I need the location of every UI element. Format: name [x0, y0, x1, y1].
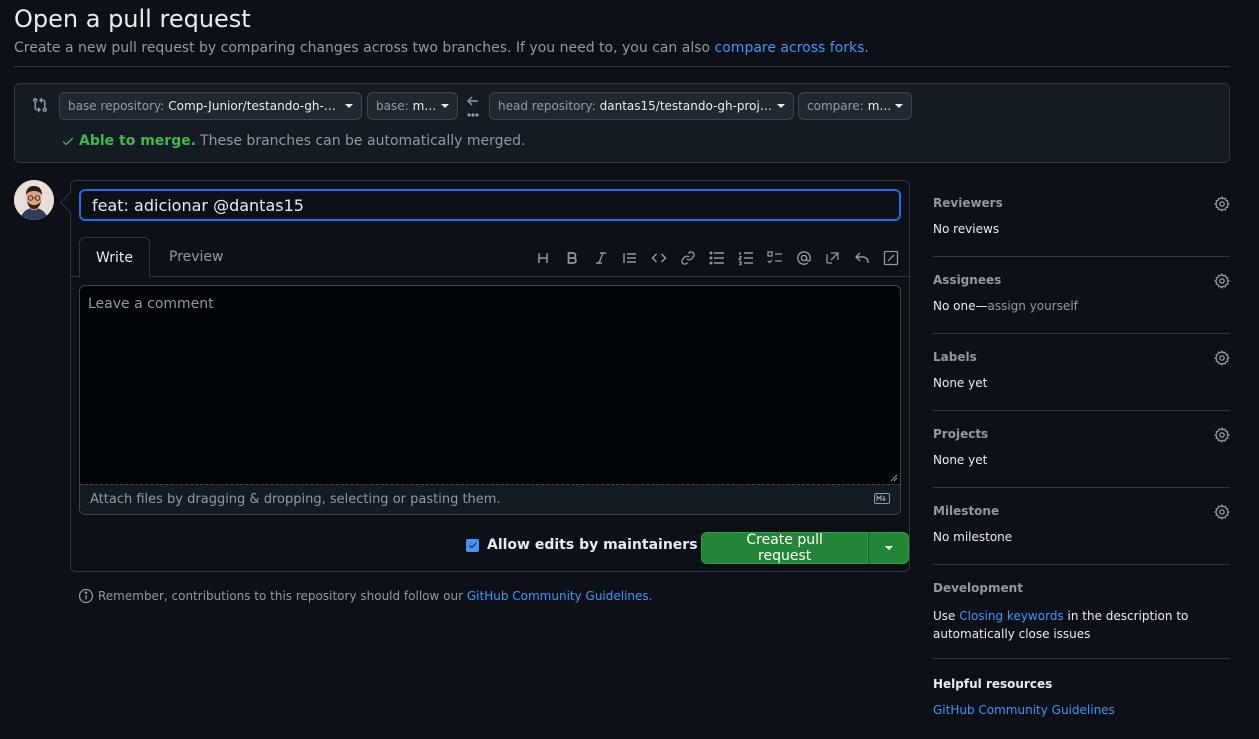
quote-icon[interactable] [618, 247, 642, 269]
task-list-icon[interactable] [763, 247, 787, 269]
page-title: Open a pull request [14, 5, 251, 33]
tab-write[interactable]: Write [79, 237, 150, 278]
sidebar: Reviewers No reviews Assignees No one—as… [933, 180, 1230, 739]
info-icon [78, 588, 98, 604]
guidelines-note: Remember, contributions to this reposito… [78, 588, 653, 604]
base-repository-select[interactable]: base repository: Comp-Junior/testando-gh… [59, 92, 362, 120]
compare-across-forks-link[interactable]: compare across forks [715, 40, 865, 56]
bold-icon[interactable] [560, 247, 584, 269]
arrow-left-icon [466, 94, 480, 118]
comment-textarea[interactable] [80, 286, 900, 484]
gear-icon[interactable] [1214, 504, 1230, 520]
unordered-list-icon[interactable] [705, 247, 729, 269]
italic-icon[interactable] [589, 247, 613, 269]
pr-title-input[interactable] [79, 189, 901, 221]
page-subtitle: Create a new pull request by comparing c… [14, 40, 869, 56]
code-icon[interactable] [647, 247, 671, 269]
markdown-toolbar [531, 247, 903, 269]
community-guidelines-link[interactable]: GitHub Community Guidelines [467, 589, 649, 603]
ordered-list-icon[interactable] [734, 247, 758, 269]
attach-files-bar[interactable]: Attach files by dragging & dropping, sel… [80, 484, 900, 514]
merge-status: Able to merge. These branches can be aut… [61, 133, 526, 149]
sidebar-milestone: Milestone No milestone [933, 488, 1230, 565]
gear-icon[interactable] [1214, 427, 1230, 443]
caret-down-icon [884, 546, 893, 550]
fullscreen-edit-icon[interactable] [879, 247, 903, 269]
caret-down-icon [895, 104, 903, 108]
base-branch-select[interactable]: base: main [367, 92, 458, 120]
compare-branch-select[interactable]: compare: main [798, 92, 912, 120]
resize-grip-icon[interactable] [890, 474, 898, 482]
create-options-dropdown[interactable] [868, 532, 909, 564]
caret-down-icon [777, 104, 785, 108]
compare-range-box: base repository: Comp-Junior/testando-gh… [14, 83, 1230, 163]
create-pr-button-group: Create pull request [701, 532, 909, 564]
helpful-guidelines-link[interactable]: GitHub Community Guidelines [933, 703, 1115, 717]
gear-icon[interactable] [1214, 350, 1230, 366]
allow-edits-checkbox[interactable] [466, 538, 479, 552]
sidebar-labels: Labels None yet [933, 334, 1230, 411]
create-pull-request-button[interactable]: Create pull request [701, 532, 869, 564]
mention-icon[interactable] [792, 247, 816, 269]
gear-icon[interactable] [1214, 196, 1230, 212]
editor-tabs: Write Preview [71, 237, 909, 278]
heading-icon[interactable] [531, 247, 555, 269]
pull-request-form: Write Preview Attach files by dragging &… [70, 180, 910, 572]
git-compare-icon [32, 97, 48, 113]
reply-icon[interactable] [850, 247, 874, 269]
caret-down-icon [345, 104, 353, 108]
assign-yourself-link[interactable]: assign yourself [987, 299, 1077, 313]
caret-down-icon [441, 104, 449, 108]
allow-edits-row[interactable]: Allow edits by maintainers [466, 537, 719, 553]
cross-reference-icon[interactable] [821, 247, 845, 269]
head-repository-select[interactable]: head repository: dantas15/testando-gh-pr… [489, 92, 794, 120]
check-icon [61, 134, 75, 148]
title-divider [14, 66, 1230, 67]
link-icon[interactable] [676, 247, 700, 269]
gear-icon[interactable] [1214, 273, 1230, 289]
sidebar-helpful-resources: Helpful resources GitHub Community Guide… [933, 677, 1115, 717]
sidebar-development: Development Use Closing keywords in the … [933, 565, 1230, 659]
avatar[interactable] [14, 180, 54, 220]
closing-keywords-link[interactable]: Closing keywords [959, 609, 1063, 623]
tab-preview[interactable]: Preview [153, 237, 240, 277]
comment-box: Attach files by dragging & dropping, sel… [79, 285, 901, 515]
markdown-icon [874, 493, 890, 504]
sidebar-projects: Projects None yet [933, 411, 1230, 488]
sidebar-assignees: Assignees No one—assign yourself [933, 257, 1230, 334]
sidebar-reviewers: Reviewers No reviews [933, 180, 1230, 257]
